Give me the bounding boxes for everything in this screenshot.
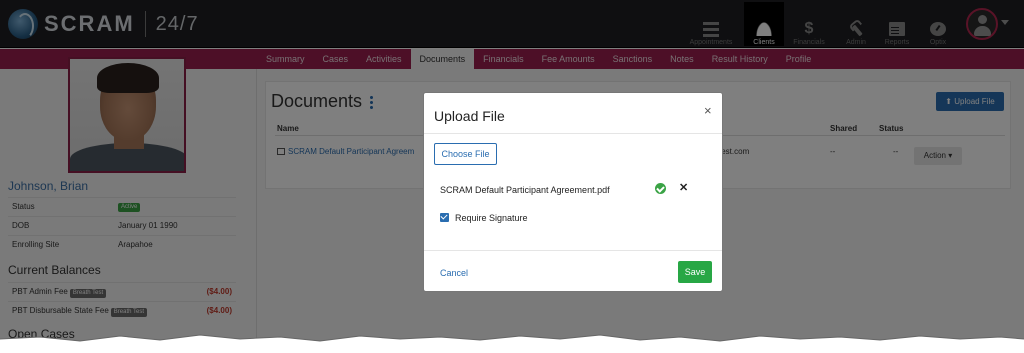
require-signature-checkbox[interactable] — [440, 213, 449, 222]
modal-divider — [424, 250, 722, 251]
torn-edge — [0, 334, 1024, 353]
require-signature-label[interactable]: Require Signature — [455, 213, 528, 223]
save-button[interactable]: Save — [678, 261, 712, 283]
remove-file-icon[interactable]: ✕ — [679, 181, 688, 194]
check-circle-icon — [655, 183, 666, 194]
modal-divider — [424, 133, 722, 134]
modal-title: Upload File — [434, 108, 505, 124]
choose-file-button[interactable]: Choose File — [434, 143, 497, 165]
upload-file-modal: Upload File × Choose File SCRAM Default … — [423, 92, 723, 292]
cancel-link[interactable]: Cancel — [440, 268, 468, 278]
close-icon[interactable]: × — [704, 103, 712, 118]
selected-file-name: SCRAM Default Participant Agreement.pdf — [440, 185, 610, 195]
